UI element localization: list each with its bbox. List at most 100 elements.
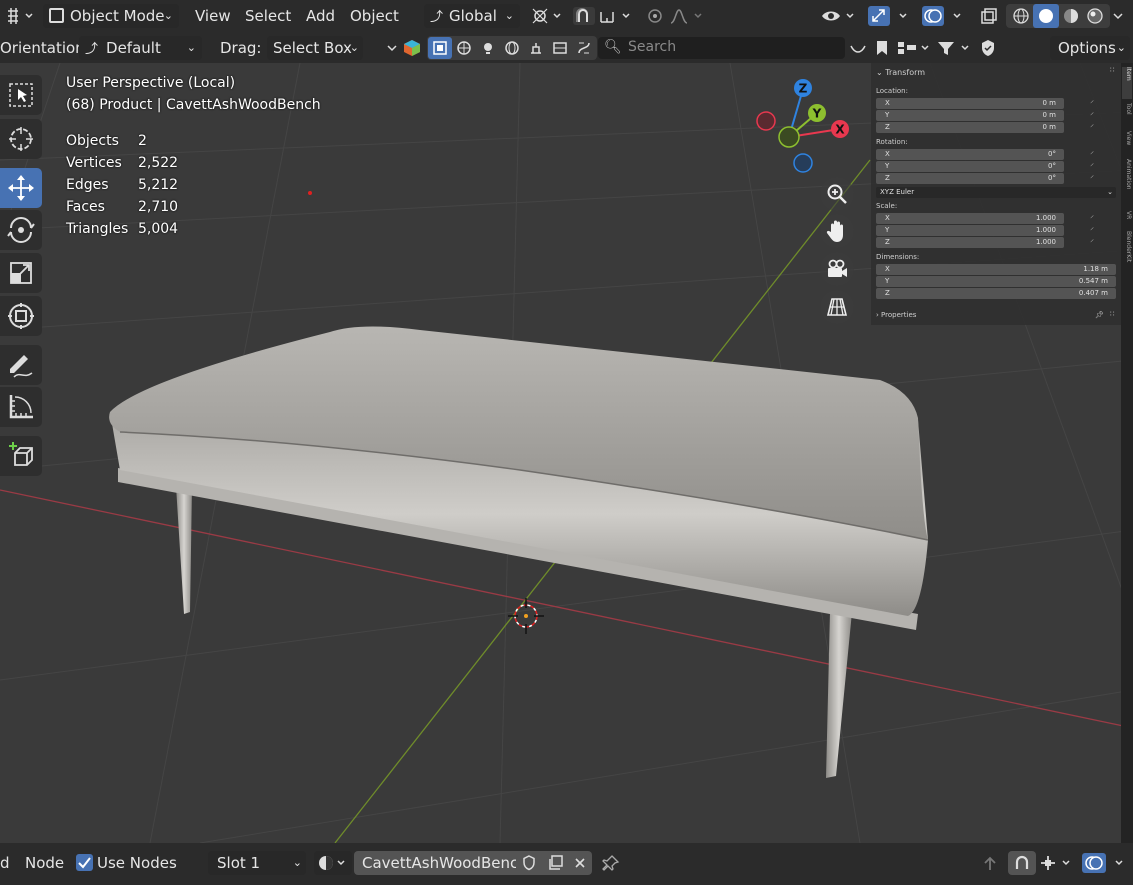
location-y-field[interactable]: Y 0 m [876, 110, 1064, 121]
scale-x-field[interactable]: X 1.000 [876, 213, 1064, 224]
zoom-icon[interactable] [820, 177, 854, 211]
location-z-field[interactable]: Z 0 m [876, 122, 1064, 133]
rotation-y-field[interactable]: Y 0° [876, 161, 1064, 172]
orientation-dropdown[interactable]: ⤴ Default ⌄ [79, 36, 202, 60]
dimensions-x-field[interactable]: X 1.18 m [876, 264, 1116, 275]
neg-x-axis-icon[interactable] [756, 111, 776, 131]
filter-icon[interactable] [934, 37, 974, 59]
lock-icon[interactable]: ⸍ [1090, 225, 1094, 236]
neg-z-axis-icon[interactable] [793, 153, 813, 173]
lock-icon[interactable]: ⸍ [1090, 110, 1094, 121]
world-filter-icon[interactable] [500, 37, 524, 59]
lock-icon[interactable]: ⸍ [1090, 173, 1094, 184]
scale-z-field[interactable]: Z 1.000 [876, 237, 1064, 248]
annotate-tool-icon[interactable] [0, 345, 42, 385]
properties-header[interactable]: › Properties [876, 311, 916, 319]
sphere-filter-icon[interactable] [452, 37, 476, 59]
tab-blenderkit[interactable]: BlenderKit [1122, 231, 1132, 275]
slot-dropdown[interactable]: Slot 1 ⌄ [208, 851, 306, 875]
navigation-gizmo[interactable]: Z Y X [750, 73, 860, 173]
search-input[interactable]: 🔍︎ Search [598, 37, 845, 59]
duplicate-icon[interactable] [542, 851, 568, 875]
chevron-down-icon[interactable] [1108, 4, 1128, 28]
select-tool-icon[interactable] [0, 75, 42, 115]
tab-animation[interactable]: Animation [1122, 159, 1132, 207]
snap-element-icon[interactable] [1036, 851, 1076, 875]
rotate-tool-icon[interactable] [0, 210, 42, 250]
tab-vr[interactable]: VR [1122, 211, 1132, 227]
select-box-icon[interactable] [428, 37, 452, 59]
tab-view[interactable]: View [1122, 131, 1132, 155]
proportional-editing-icon[interactable] [642, 4, 706, 28]
add-cube-tool-icon[interactable] [0, 436, 42, 476]
mode-dropdown[interactable]: Object Mode ⌄ [43, 4, 179, 28]
measure-tool-icon[interactable] [0, 387, 42, 427]
visibility-icon[interactable] [818, 4, 860, 28]
snap-icon[interactable] [570, 4, 636, 28]
move-tool-icon[interactable] [0, 168, 42, 208]
dimensions-y-field[interactable]: Y 0.547 m [876, 276, 1116, 287]
wireframe-shading-icon[interactable] [1008, 4, 1034, 28]
drag-handle-icon[interactable]: ∷ [1110, 66, 1114, 74]
pivot-point-icon[interactable] [526, 4, 564, 28]
collection-color-icon[interactable] [383, 36, 427, 60]
location-x-field[interactable]: X 0 m [876, 98, 1064, 109]
pin-icon[interactable]: 📌︎ [1095, 311, 1104, 319]
fake-user-shield-icon[interactable] [516, 851, 542, 875]
material-preview-icon[interactable] [1058, 4, 1084, 28]
tab-item[interactable]: Item [1122, 67, 1132, 99]
material-browse-icon[interactable] [314, 851, 352, 875]
curve-filter-icon[interactable] [572, 37, 596, 59]
xray-icon[interactable] [976, 4, 1002, 28]
lock-icon[interactable]: ⸍ [1090, 98, 1094, 109]
menu-view[interactable]: View [195, 7, 231, 25]
display-mode-icon[interactable] [894, 37, 934, 59]
camera-icon[interactable] [820, 252, 854, 286]
hand-pan-icon[interactable] [820, 214, 854, 248]
lock-icon[interactable]: ⸍ [1090, 237, 1094, 248]
neg-y-axis-icon[interactable] [778, 126, 800, 148]
solid-shading-icon[interactable] [1033, 4, 1059, 28]
scale-tool-icon[interactable] [0, 253, 42, 293]
drag-dropdown[interactable]: Select Box ⌄ [267, 36, 363, 60]
lock-icon[interactable]: ⸍ [1090, 161, 1094, 172]
lock-icon[interactable]: ⸍ [1090, 122, 1094, 133]
menu-object[interactable]: Object [350, 7, 399, 25]
rotation-z-field[interactable]: Z 0° [876, 173, 1064, 184]
transform-orientation-dropdown[interactable]: ⤴ Global ⌄ [424, 4, 520, 28]
menu-add[interactable]: Add [306, 7, 335, 25]
rotation-mode-dropdown[interactable]: XYZ Euler ⌄ [876, 187, 1116, 198]
light-filter-icon[interactable] [476, 37, 500, 59]
pin-icon[interactable] [598, 851, 624, 875]
3d-cursor-icon[interactable] [506, 596, 546, 636]
lock-icon[interactable]: ⸍ [1090, 213, 1094, 224]
snap-magnet-icon[interactable] [1008, 851, 1036, 875]
curve-icon[interactable] [846, 37, 870, 59]
edge-menu-label[interactable]: d [0, 854, 10, 872]
editor-type-icon[interactable] [2, 4, 36, 28]
transform-header[interactable]: ⌄ Transform [876, 68, 925, 77]
drag-handle-icon[interactable]: ∷ [1110, 310, 1114, 318]
rotation-x-field[interactable]: X 0° [876, 149, 1064, 160]
menu-node[interactable]: Node [25, 854, 64, 872]
data-filter-icon[interactable] [548, 37, 572, 59]
menu-select[interactable]: Select [245, 7, 291, 25]
gizmo-toggle-icon[interactable] [866, 4, 916, 28]
unlink-close-icon[interactable] [568, 851, 592, 875]
transform-tool-icon[interactable] [0, 296, 42, 336]
overlays-icon[interactable] [1080, 851, 1130, 875]
rendered-shading-icon[interactable] [1082, 4, 1108, 28]
bookmark-icon[interactable] [870, 37, 894, 59]
material-name-field[interactable]: CavettAshWoodBench [354, 851, 528, 875]
object-filter-icon[interactable] [524, 37, 548, 59]
use-nodes-checkbox[interactable] [76, 854, 93, 871]
shield-icon[interactable] [976, 37, 1000, 59]
dimensions-z-field[interactable]: Z 0.407 m [876, 288, 1116, 299]
lock-icon[interactable]: ⸍ [1090, 149, 1094, 160]
scale-y-field[interactable]: Y 1.000 [876, 225, 1064, 236]
tab-tool[interactable]: Tool [1122, 103, 1132, 127]
cursor-tool-icon[interactable] [0, 119, 42, 159]
options-dropdown[interactable]: Options ⌄ [1050, 36, 1130, 60]
parent-arrow-icon[interactable] [978, 851, 1002, 875]
overlays-icon[interactable] [920, 4, 970, 28]
